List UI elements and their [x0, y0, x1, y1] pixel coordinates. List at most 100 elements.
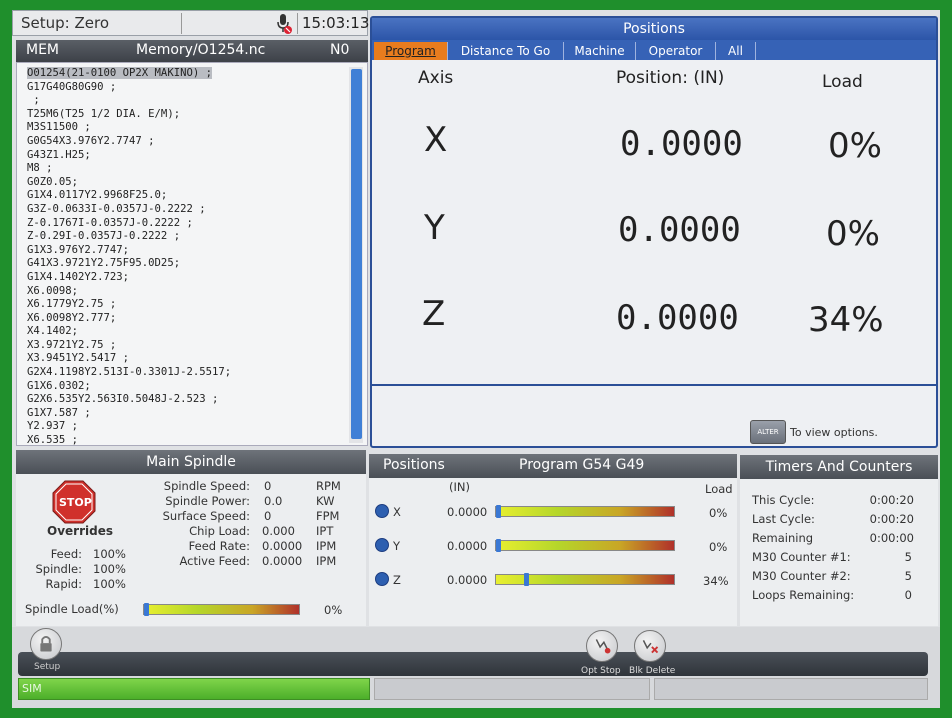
tab-operator[interactable]: Operator [636, 42, 716, 60]
stat-value: 0.0 [264, 494, 283, 508]
code-line[interactable]: G2X6.535Y2.563I0.5048J-2.523 ; [27, 393, 347, 407]
tab-program[interactable]: Program [374, 42, 448, 60]
stat-label: Spindle Speed: [163, 479, 250, 493]
code-line[interactable]: G1X4.1402Y2.723; [27, 271, 347, 285]
axis-z-load: 34% [808, 300, 884, 340]
small-axis-x-value: 0.0000 [447, 505, 488, 519]
tab-distance-to-go[interactable]: Distance To Go [448, 42, 564, 60]
cnc-control-screen: Setup: Zero 15:03:13 MEM Memory/O1254.nc… [12, 10, 940, 708]
status-indicator-sim [18, 678, 370, 700]
timers-panel: This Cycle: 0:00:20 Last Cycle: 0:00:20 … [740, 479, 938, 626]
column-axis: Axis [418, 68, 454, 88]
timers-header: Timers And Counters [740, 455, 938, 479]
current-code-line: O01254(21-0100 OP2X MAKINO) ; [27, 67, 212, 79]
timer-label: Remaining [752, 531, 814, 545]
stat-unit: IPM [316, 554, 337, 568]
code-line[interactable]: Z-0.29I-0.0357J-0.2222 ; [27, 230, 347, 244]
small-axis-z-load: 34% [703, 574, 729, 588]
spindle-stats: Spindle Speed: 0 RPM Spindle Power: 0.0 … [152, 478, 362, 578]
home-axis-y-icon[interactable] [375, 538, 389, 552]
code-line[interactable]: G1X4.0117Y2.9968F25.0; [27, 189, 347, 203]
code-line-text: Z-0.29I-0.0357J-0.2222 ; [27, 230, 181, 243]
code-line[interactable]: G0Z0.05; [27, 176, 347, 190]
code-line[interactable]: Y2.937 ; [27, 420, 347, 434]
program-header: MEM Memory/O1254.nc N0 [16, 40, 368, 62]
code-line[interactable]: G41X3.9721Y2.75F95.0D25; [27, 257, 347, 271]
code-line-text: X6.535 ; [27, 434, 79, 446]
counter-label: Loops Remaining: [752, 588, 855, 602]
home-axis-x-icon[interactable] [375, 504, 389, 518]
home-axis-z-icon[interactable] [375, 572, 389, 586]
clock: 15:03:13 [302, 14, 370, 32]
spindle-load-marker [144, 603, 149, 616]
stop-label: STOP [59, 496, 92, 509]
stat-unit: IPT [316, 524, 334, 538]
code-line[interactable]: O01254(21-0100 OP2X MAKINO) ; [27, 67, 347, 81]
small-positions-load-label: Load [705, 482, 733, 496]
override-spindle-value: 100% [93, 562, 126, 576]
axis-z-value: 0.0000 [616, 298, 739, 338]
code-line[interactable]: G1X3.976Y2.7747; [27, 244, 347, 258]
axis-z-load-bar [495, 573, 675, 586]
positions-tabs: Program Distance To Go Machine Operator … [372, 40, 936, 60]
lock-icon[interactable] [30, 628, 62, 660]
code-line-text: G3Z-0.0633I-0.0357J-0.2222 ; [27, 202, 206, 215]
code-line[interactable]: X4.1402; [27, 325, 347, 339]
small-positions-subtitle: Program G54 G49 [519, 457, 645, 473]
main-spindle-header: Main Spindle [16, 450, 366, 474]
axis-x-value: 0.0000 [620, 124, 743, 164]
opt-stop-label[interactable]: Opt Stop [581, 666, 621, 676]
code-line[interactable]: X6.535 ; [27, 434, 347, 446]
small-positions-title: Positions [383, 457, 445, 473]
setup-button-label[interactable]: Setup [34, 662, 60, 672]
stat-label: Active Feed: [179, 554, 250, 568]
code-line[interactable]: T25M6(T25 1/2 DIA. E/M); [27, 108, 347, 122]
setup-mode-label: Setup: Zero [21, 14, 110, 32]
code-line[interactable]: X6.0098; [27, 285, 347, 299]
code-line-text: M3S11500 ; [27, 121, 91, 134]
program-mode: MEM [26, 42, 60, 58]
blk-delete-label[interactable]: Blk Delete [629, 666, 675, 676]
code-line[interactable]: X6.0098Y2.777; [27, 312, 347, 326]
alter-hint: To view options. [790, 426, 878, 439]
code-line-text: G43Z1.H25; [27, 148, 91, 161]
axis-z-label: Z [422, 294, 446, 334]
code-line[interactable]: X3.9721Y2.75 ; [27, 339, 347, 353]
code-line[interactable]: G3Z-0.0633I-0.0357J-0.2222 ; [27, 203, 347, 217]
code-line-text: G1X7.587 ; [27, 406, 91, 419]
override-feed-value: 100% [93, 547, 126, 561]
code-line[interactable]: X6.1779Y2.75 ; [27, 298, 347, 312]
alter-button[interactable]: ALTER [750, 420, 786, 444]
tab-machine[interactable]: Machine [564, 42, 636, 60]
code-line[interactable]: Z-0.1767I-0.0357J-0.2222 ; [27, 217, 347, 231]
block-delete-icon[interactable] [634, 630, 666, 662]
code-line-text: G1X6.0302; [27, 379, 91, 392]
positions-title: Positions [372, 18, 936, 40]
tab-all[interactable]: All [716, 42, 756, 60]
code-line-text: X6.1779Y2.75 ; [27, 298, 117, 311]
code-line[interactable]: M3S11500 ; [27, 121, 347, 135]
status-indicator [654, 678, 928, 700]
axis-y-value: 0.0000 [618, 210, 741, 250]
small-axis-z-value: 0.0000 [447, 573, 488, 587]
code-line[interactable]: ; [27, 94, 347, 108]
override-feed-label: Feed: [50, 547, 82, 561]
code-line[interactable]: G2X4.1198Y2.513I-0.3301J-2.5517; [27, 366, 347, 380]
opt-stop-icon[interactable] [586, 630, 618, 662]
code-line[interactable]: G43Z1.H25; [27, 149, 347, 163]
stat-value: 0.0000 [262, 539, 303, 553]
stat-label: Spindle Power: [165, 494, 250, 508]
axis-x-load-bar [495, 505, 675, 518]
stat-value: 0.000 [262, 524, 295, 538]
small-axis-x-load: 0% [709, 506, 728, 520]
program-listing[interactable]: O01254(21-0100 OP2X MAKINO) ; G17G40G80G9… [16, 62, 368, 446]
code-line[interactable]: G1X6.0302; [27, 380, 347, 394]
code-line[interactable]: G1X7.587 ; [27, 407, 347, 421]
code-line[interactable]: X3.9451Y2.5417 ; [27, 352, 347, 366]
scrollbar-thumb[interactable] [351, 69, 362, 439]
code-line[interactable]: M8 ; [27, 162, 347, 176]
code-line-text: Z-0.1767I-0.0357J-0.2222 ; [27, 216, 193, 229]
code-line[interactable]: G17G40G80G90 ; [27, 81, 347, 95]
code-line[interactable]: G0G54X3.976Y2.7747 ; [27, 135, 347, 149]
code-line-text: ; [27, 94, 40, 107]
